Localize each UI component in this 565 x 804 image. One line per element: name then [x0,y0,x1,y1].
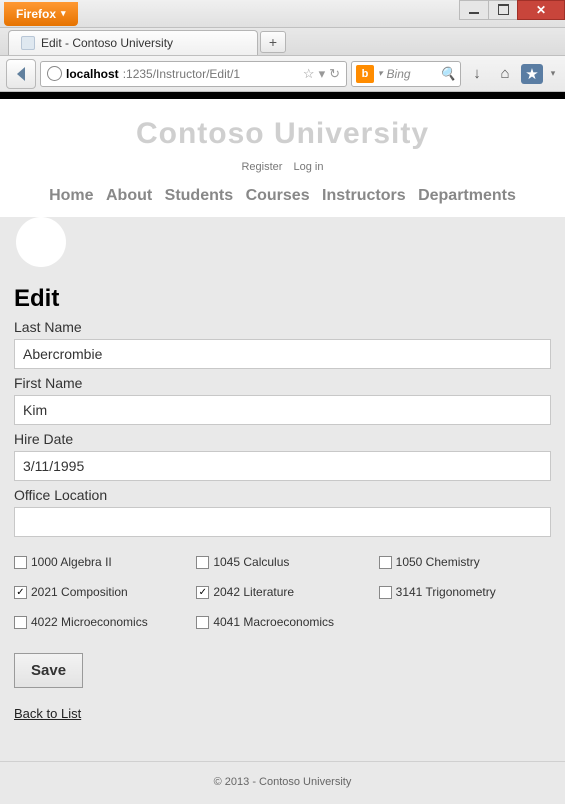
bookmark-star-icon[interactable]: ☆ [303,66,315,82]
nav-home[interactable]: Home [49,187,93,204]
checkbox-icon [196,616,209,629]
tab-bar: Edit - Contoso University + [0,28,565,56]
page-heading: Edit [14,285,557,313]
input-first-name[interactable] [14,395,551,425]
avatar-placeholder [16,217,66,267]
course-check[interactable]: 4022 Microeconomics [14,615,186,629]
bing-icon: b [356,65,374,83]
course-label: 2042 Literature [213,585,294,599]
label-office-location: Office Location [14,487,557,503]
maximize-button[interactable] [488,0,518,20]
minimize-button[interactable] [459,0,489,20]
tab-title: Edit - Contoso University [41,36,173,50]
course-check[interactable]: 1050 Chemistry [379,555,551,569]
address-bar[interactable]: localhost :1235/Instructor/Edit/1 ☆ ▾ ↻ [40,61,347,87]
checkbox-icon [14,616,27,629]
course-label: 3141 Trigonometry [396,585,496,599]
course-label: 1045 Calculus [213,555,289,569]
nav-courses[interactable]: Courses [246,187,310,204]
checkbox-icon [14,586,27,599]
input-last-name[interactable] [14,339,551,369]
course-checkboxes: 1000 Algebra II 1045 Calculus 1050 Chemi… [8,537,557,639]
login-link[interactable]: Log in [294,161,324,173]
home-button[interactable]: ⌂ [493,62,517,86]
course-check[interactable]: 2021 Composition [14,585,186,599]
page-content: Contoso University Register Log in Home … [0,92,565,804]
edit-form: Edit Last Name First Name Hire Date Offi… [0,267,565,743]
browser-tab[interactable]: Edit - Contoso University [8,30,258,55]
checkbox-icon [196,586,209,599]
top-black-bar [0,92,565,99]
course-label: 4041 Macroeconomics [213,615,334,629]
url-host: localhost [66,67,119,81]
label-first-name: First Name [14,375,557,391]
firefox-menu-button[interactable]: Firefox [4,2,78,26]
course-check[interactable]: 2042 Literature [196,585,368,599]
window-controls [460,0,565,28]
course-label: 1000 Algebra II [31,555,112,569]
bookmarks-dropdown-icon[interactable]: ▾ [547,62,559,86]
course-check[interactable]: 1045 Calculus [196,555,368,569]
course-label: 2021 Composition [31,585,128,599]
checkbox-icon [379,586,392,599]
bookmarks-menu-button[interactable]: ★ [521,64,543,84]
course-check[interactable]: 4041 Macroeconomics [196,615,368,629]
back-button[interactable] [6,59,36,89]
search-placeholder: Bing [387,67,411,81]
search-bar[interactable]: b ▾ Bing 🔍 [351,61,461,87]
window-titlebar: Firefox [0,0,565,28]
history-dropdown-icon[interactable]: ▾ [319,66,326,82]
page-footer: © 2013 - Contoso University [0,761,565,804]
account-links: Register Log in [0,161,565,173]
nav-instructors[interactable]: Instructors [322,187,406,204]
search-go-icon[interactable]: 🔍 [440,66,456,82]
nav-about[interactable]: About [106,187,152,204]
search-dropdown-icon[interactable]: ▾ [378,68,383,79]
globe-icon [47,66,62,81]
course-label: 4022 Microeconomics [31,615,148,629]
input-hire-date[interactable] [14,451,551,481]
main-nav: Home About Students Courses Instructors … [0,187,565,217]
site-title: Contoso University [0,117,565,151]
save-button[interactable]: Save [14,653,83,688]
back-to-list-link[interactable]: Back to List [14,706,81,721]
course-label: 1050 Chemistry [396,555,480,569]
input-office-location[interactable] [14,507,551,537]
page-icon [21,36,35,50]
checkbox-icon [14,556,27,569]
content-body: Edit Last Name First Name Hire Date Offi… [0,217,565,804]
nav-students[interactable]: Students [165,187,233,204]
site-header: Contoso University Register Log in Home … [0,99,565,225]
course-check[interactable]: 1000 Algebra II [14,555,186,569]
checkbox-icon [379,556,392,569]
close-button[interactable] [517,0,565,20]
new-tab-button[interactable]: + [260,31,286,53]
downloads-button[interactable]: ↓ [465,62,489,86]
url-path: :1235/Instructor/Edit/1 [123,67,240,81]
register-link[interactable]: Register [241,161,282,173]
course-check[interactable]: 3141 Trigonometry [379,585,551,599]
refresh-icon[interactable]: ↻ [329,66,340,82]
navigation-toolbar: localhost :1235/Instructor/Edit/1 ☆ ▾ ↻ b… [0,56,565,92]
label-hire-date: Hire Date [14,431,557,447]
nav-departments[interactable]: Departments [418,187,516,204]
label-last-name: Last Name [14,319,557,335]
checkbox-icon [196,556,209,569]
